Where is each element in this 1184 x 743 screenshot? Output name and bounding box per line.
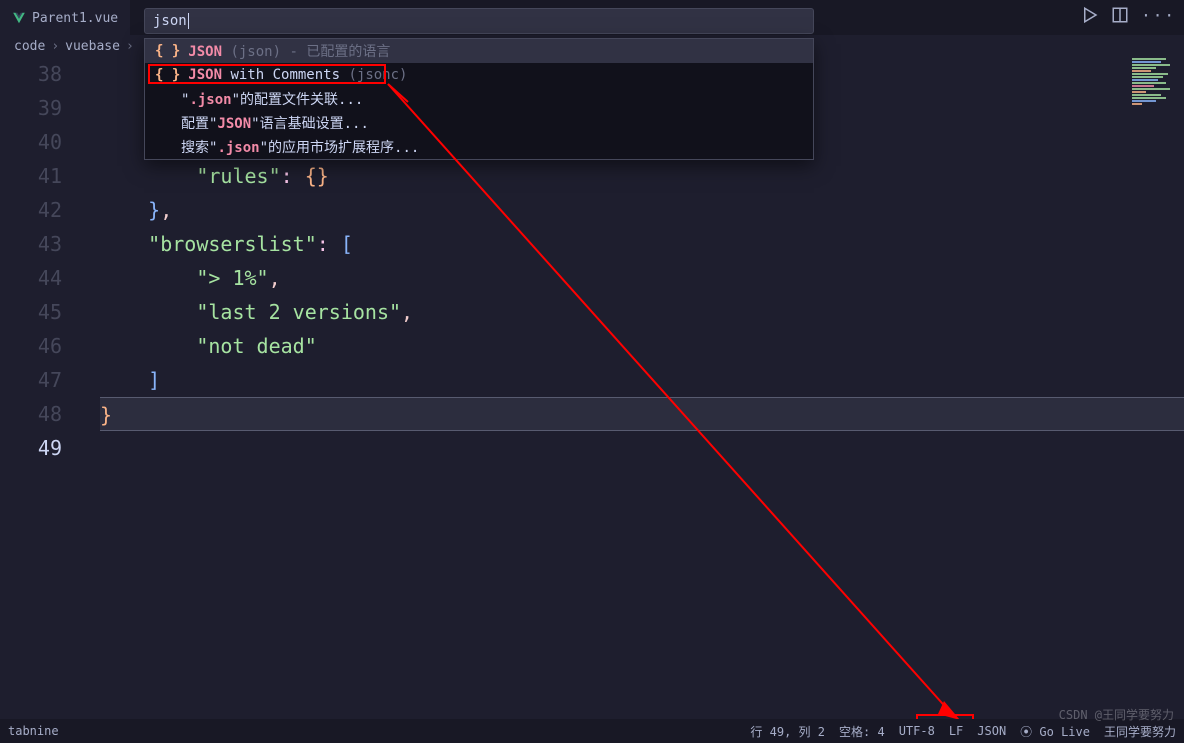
watermark: CSDN @王同学要努力 [1059,706,1174,723]
code-line: }, [100,193,1184,227]
title-actions: ··· [1081,6,1176,28]
line-number: 38 [0,57,62,91]
palette-item[interactable]: 配置"JSON"语言基础设置... [145,111,813,135]
status-tabnine[interactable]: tabnine [8,724,59,738]
split-editor-icon[interactable] [1111,6,1129,28]
tab-filename: Parent1.vue [32,11,118,26]
line-number: 46 [0,329,62,363]
status-eol[interactable]: LF [949,724,963,738]
palette-query: json [153,13,187,29]
code-line: ] [100,363,1184,397]
status-bar: tabnine 行 49, 列 2 空格: 4 UTF-8 LF JSON ⦿ … [0,719,1184,743]
code-line: "last 2 versions", [100,295,1184,329]
code-line: "not dead" [100,329,1184,363]
line-number: 48 [0,397,62,431]
line-number: 44 [0,261,62,295]
command-palette-list: { } JSON (json) - 已配置的语言 { } JSON with C… [144,38,814,160]
code-line-active: } [100,397,1184,431]
line-number: 43 [0,227,62,261]
minimap[interactable] [1132,58,1180,138]
status-language[interactable]: JSON [977,724,1006,738]
code-line: "browserslist": [ [100,227,1184,261]
code-line: "> 1%", [100,261,1184,295]
text-cursor [188,13,189,29]
palette-item[interactable]: ".json"的配置文件关联... [145,87,813,111]
line-number: 41 [0,159,62,193]
annotation-box [148,64,386,84]
line-number-active: 49 [0,431,62,465]
line-number: 40 [0,125,62,159]
tab-parent1[interactable]: Parent1.vue [0,0,130,35]
chevron-right-icon: › [126,39,134,54]
breadcrumb-item[interactable]: code [14,39,45,54]
run-icon[interactable] [1081,6,1099,28]
status-golive[interactable]: ⦿ Go Live [1020,723,1090,740]
breadcrumb-item[interactable]: vuebase [65,39,120,54]
line-number: 42 [0,193,62,227]
line-number: 45 [0,295,62,329]
status-extra[interactable]: 王同学要努力 [1104,723,1176,740]
more-icon[interactable]: ··· [1141,6,1176,28]
code-line: "rules": {} [100,159,1184,193]
gutter: 38 39 40 41 42 43 44 45 46 47 48 49 [0,57,80,465]
palette-item[interactable]: 搜索".json"的应用市场扩展程序... [145,135,813,159]
line-number: 39 [0,91,62,125]
line-number: 47 [0,363,62,397]
command-palette-input[interactable]: json [144,8,814,34]
vue-icon [12,11,26,25]
chevron-right-icon: › [51,39,59,54]
status-spaces[interactable]: 空格: 4 [839,723,885,740]
status-linecol[interactable]: 行 49, 列 2 [750,723,825,740]
status-encoding[interactable]: UTF-8 [899,724,935,738]
braces-icon: { } [155,43,180,59]
palette-item[interactable]: { } JSON (json) - 已配置的语言 [145,39,813,63]
